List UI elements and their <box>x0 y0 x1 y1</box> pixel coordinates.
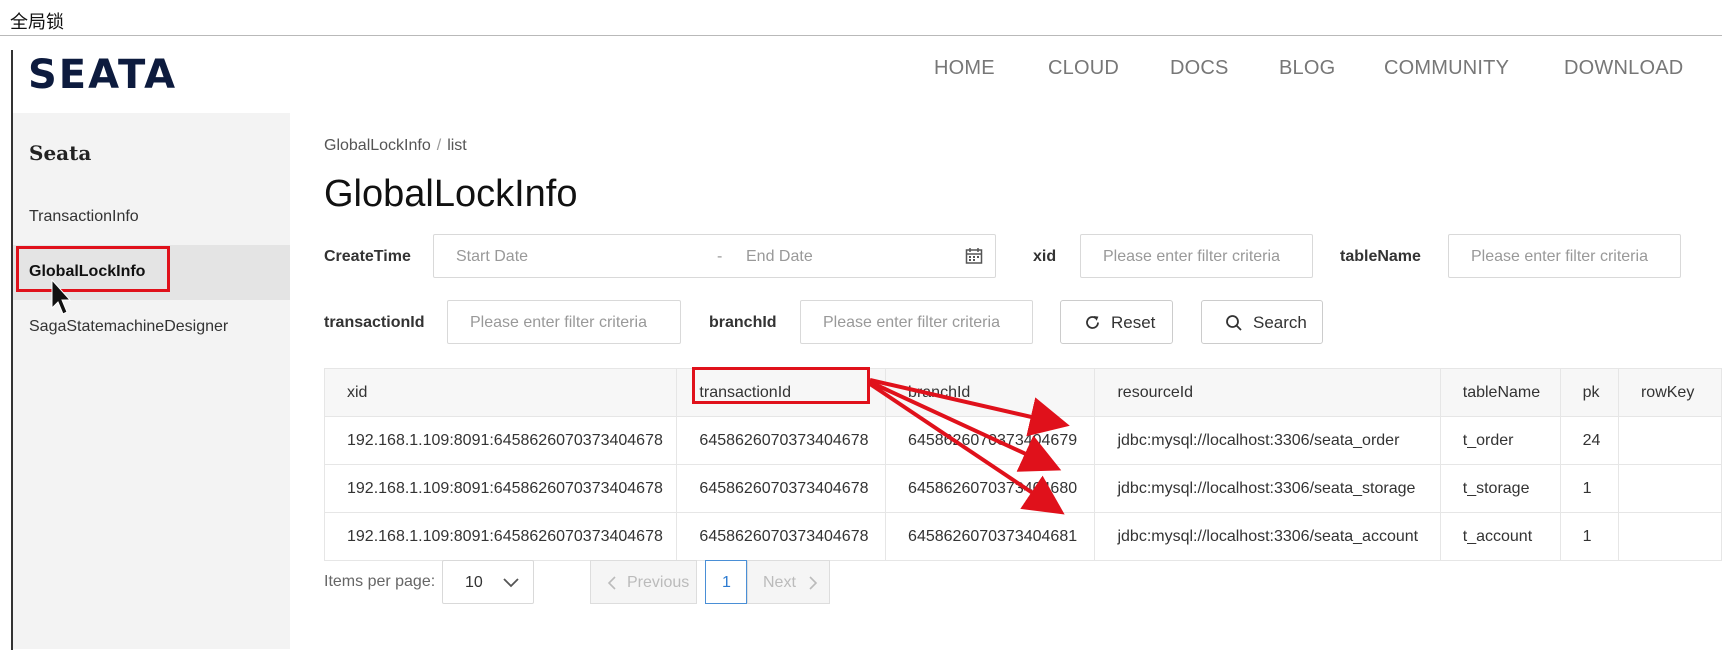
annotation-arrows <box>51 278 1070 515</box>
mouse-cursor-icon <box>51 278 72 315</box>
arrow-to-branch-row-2 <box>869 380 1062 472</box>
